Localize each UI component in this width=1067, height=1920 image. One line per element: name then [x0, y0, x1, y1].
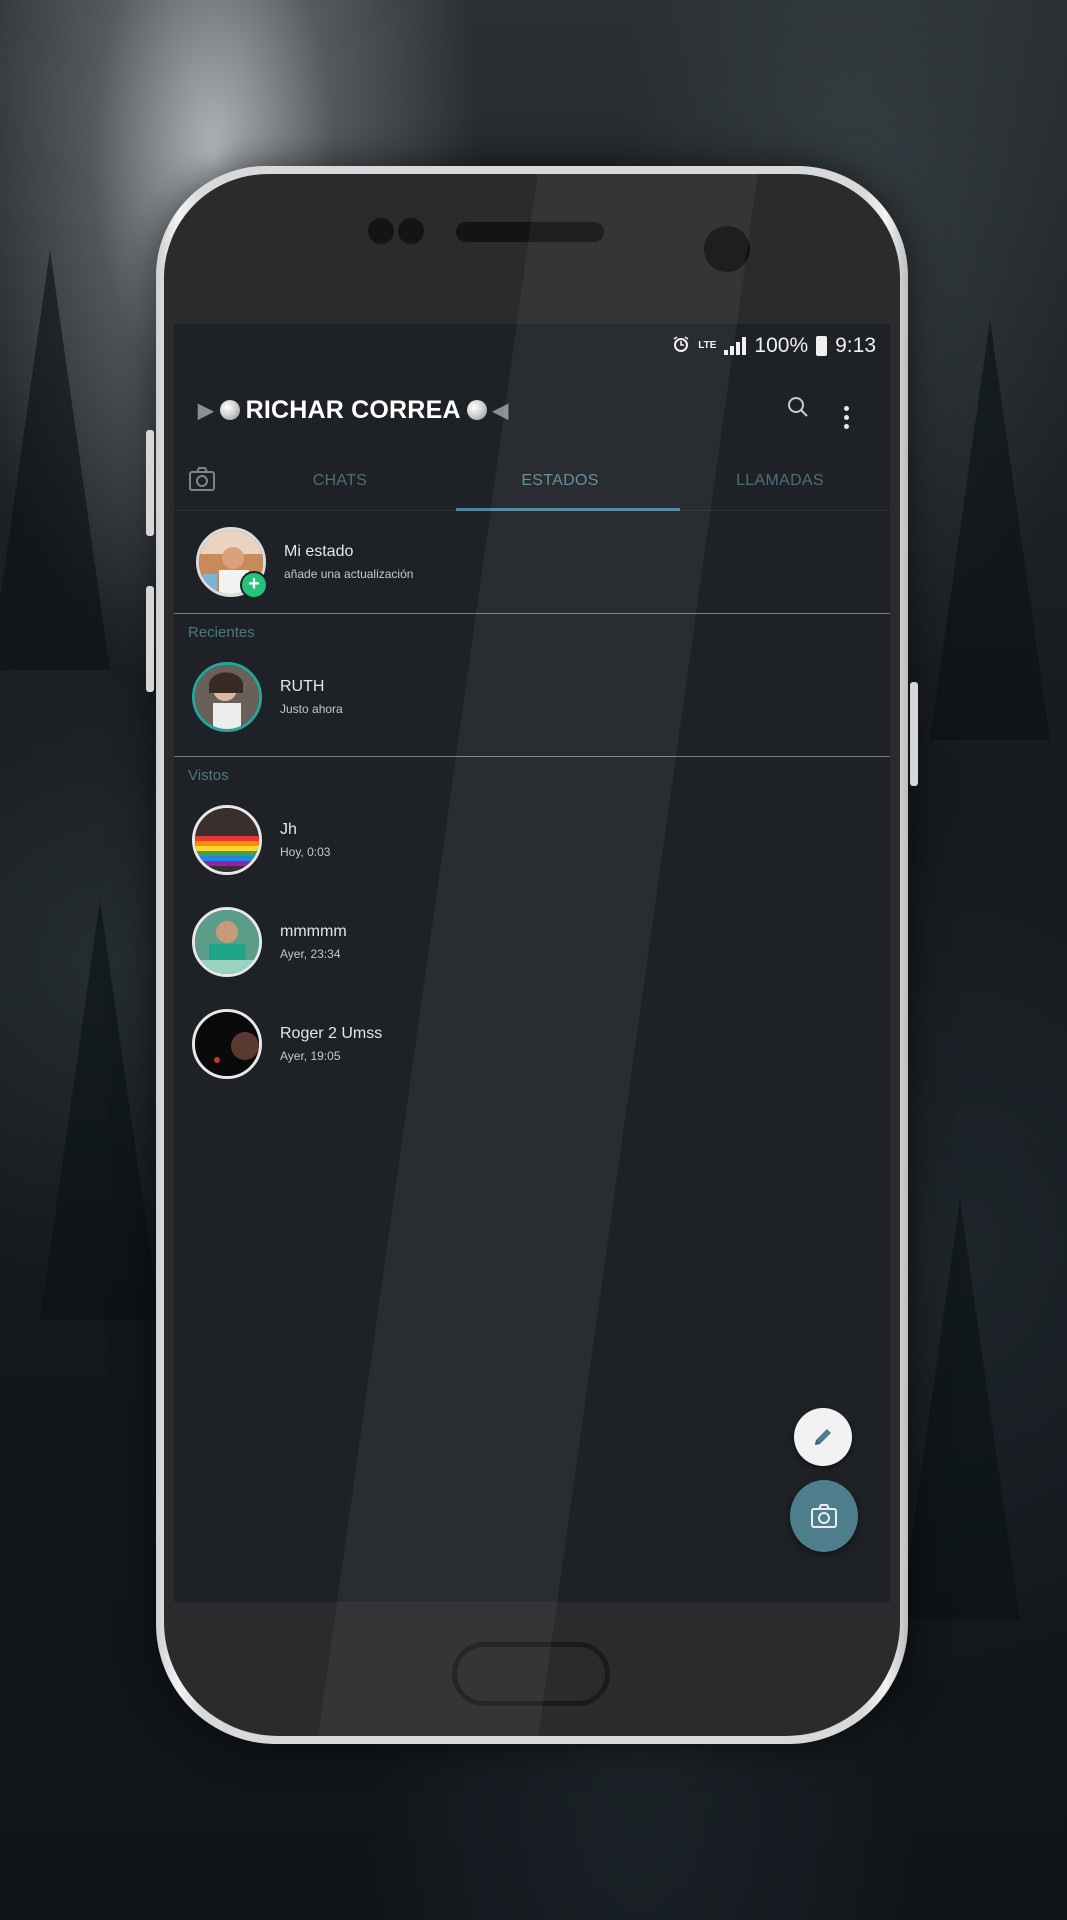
- signal-icon: [724, 337, 747, 355]
- status-row-jh[interactable]: Jh Hoy, 0:03: [174, 789, 890, 891]
- contact-name: Jh: [280, 821, 297, 838]
- status-time: Ayer, 19:05: [280, 1049, 341, 1063]
- status-time: Hoy, 0:03: [280, 845, 331, 859]
- network-type: LTE: [698, 340, 717, 351]
- alarm-icon: [672, 335, 690, 358]
- volume-up-button: [146, 430, 154, 536]
- tab-llamadas[interactable]: LLAMADAS: [670, 472, 890, 490]
- clock: 9:13: [835, 334, 876, 357]
- status-row-ruth[interactable]: RUTH Justo ahora: [174, 646, 890, 748]
- camera-icon: [811, 1504, 837, 1528]
- more-vert-icon: [843, 406, 849, 429]
- search-icon: [788, 397, 808, 417]
- avatar-wrap: [192, 662, 262, 732]
- pencil-icon: [815, 1429, 831, 1445]
- avatar-wrap: [192, 1009, 262, 1079]
- contact-name: mmmmm: [280, 923, 347, 940]
- camera-status-button[interactable]: [790, 1480, 858, 1552]
- triangle-right-icon: ▶: [198, 399, 214, 422]
- app-title: ▶ RICHAR CORREA ◀: [198, 396, 508, 425]
- status-time: Justo ahora: [280, 702, 343, 716]
- avatar: [192, 662, 262, 732]
- more-options-button[interactable]: [822, 391, 870, 429]
- battery-percent: 100%: [754, 334, 809, 357]
- tab-bar: CHATS ESTADOS LLAMADAS: [174, 452, 890, 511]
- search-button[interactable]: [774, 396, 822, 424]
- front-camera: [704, 226, 750, 272]
- title-text: RICHAR CORREA: [245, 395, 461, 424]
- add-icon: +: [240, 571, 268, 599]
- avatar-wrap: [192, 907, 262, 977]
- tree-silhouette: [40, 900, 160, 1320]
- section-recent-label: Recientes: [188, 624, 255, 641]
- my-status-row[interactable]: + Mi estado añade una actualización: [174, 511, 890, 614]
- power-button: [910, 682, 918, 786]
- active-tab-indicator: [456, 508, 680, 511]
- camera-icon: [189, 466, 215, 491]
- tree-silhouette: [900, 1200, 1020, 1620]
- avatar: [192, 805, 262, 875]
- tab-chats[interactable]: CHATS: [230, 472, 450, 490]
- my-status-subtitle: añade una actualización: [284, 567, 414, 581]
- pearl-icon: [219, 400, 240, 420]
- phone-body: LTE 100% 9:13 ▶ RICHAR CORREA ◀ CHATS ES…: [164, 174, 900, 1736]
- status-time: Ayer, 23:34: [280, 947, 341, 961]
- pearl-icon: [466, 400, 487, 420]
- triangle-left-icon: ◀: [492, 399, 509, 422]
- status-bar: LTE 100% 9:13: [174, 324, 890, 368]
- section-viewed-label: Vistos: [188, 767, 229, 784]
- text-status-button[interactable]: [794, 1408, 852, 1466]
- status-row-roger[interactable]: Roger 2 Umss Ayer, 19:05: [174, 993, 890, 1095]
- contact-name: Roger 2 Umss: [280, 1025, 383, 1042]
- battery-icon: [816, 336, 828, 356]
- screen: LTE 100% 9:13 ▶ RICHAR CORREA ◀ CHATS ES…: [174, 324, 890, 1602]
- earpiece-speaker: [456, 222, 604, 242]
- my-status-title: Mi estado: [284, 543, 354, 560]
- avatar-wrap: [192, 805, 262, 875]
- contact-name: RUTH: [280, 678, 325, 695]
- tab-camera[interactable]: [174, 466, 230, 497]
- tree-silhouette: [930, 320, 1050, 740]
- app-bar: ▶ RICHAR CORREA ◀: [174, 368, 890, 452]
- my-avatar-wrap: +: [196, 527, 268, 599]
- home-button[interactable]: [452, 1642, 610, 1706]
- avatar: [192, 1009, 262, 1079]
- phone-frame: LTE 100% 9:13 ▶ RICHAR CORREA ◀ CHATS ES…: [146, 166, 918, 1744]
- tree-silhouette: [0, 250, 110, 670]
- tab-estados[interactable]: ESTADOS: [450, 472, 670, 490]
- status-row-mmmmm[interactable]: mmmmm Ayer, 23:34: [174, 891, 890, 993]
- avatar: [192, 907, 262, 977]
- volume-down-button: [146, 586, 154, 692]
